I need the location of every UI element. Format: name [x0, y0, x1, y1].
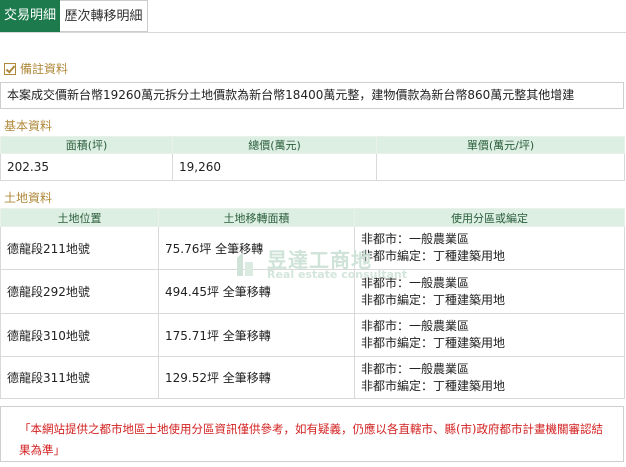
- basic-table: 面積(坪) 總價(萬元) 單價(萬元/坪) 202.35 19,260: [0, 136, 625, 181]
- land-area: 175.71坪 全筆移轉: [158, 313, 355, 357]
- basic-header-area: 面積(坪): [0, 136, 173, 154]
- table-row: 德龍段211地號 75.76坪 全筆移轉 非都市：一般農業區 非都市編定：丁種建…: [0, 226, 625, 270]
- land-header-zoning: 使用分區或編定: [354, 208, 625, 227]
- basic-header-unit-price: 單價(萬元/坪): [376, 136, 625, 154]
- basic-unit-price-value: [376, 153, 625, 181]
- land-table: 土地位置 土地移轉面積 使用分區或編定 德龍段211地號 75.76坪 全筆移轉…: [0, 208, 625, 399]
- checkbox-icon: [4, 63, 16, 75]
- land-zoning: 非都市：一般農業區 非都市編定：丁種建築用地: [354, 269, 625, 314]
- zoning-designation: 非都市編定：丁種建築用地: [361, 336, 506, 350]
- land-area: 129.52坪 全筆移轉: [158, 356, 355, 399]
- land-header-area: 土地移轉面積: [158, 208, 355, 227]
- basic-area-value: 202.35: [0, 153, 173, 181]
- table-row: 德龍段310地號 175.71坪 全筆移轉 非都市：一般農業區 非都市編定：丁種…: [0, 313, 625, 357]
- land-zoning: 非都市：一般農業區 非都市編定：丁種建築用地: [354, 356, 625, 399]
- basic-header-total-price: 總價(萬元): [172, 136, 377, 154]
- land-location: 德龍段311地號: [0, 356, 159, 399]
- zoning-designation: 非都市編定：丁種建築用地: [361, 292, 506, 307]
- zoning-category: 非都市：一般農業區: [361, 319, 470, 333]
- basic-section-title: 基本資料: [4, 119, 53, 133]
- zoning-category: 非都市：一般農業區: [361, 232, 470, 246]
- land-zoning: 非都市：一般農業區 非都市編定：丁種建築用地: [354, 313, 625, 357]
- tab-divider: [0, 32, 626, 33]
- tab-bar: 交易明細 歷次轉移明細: [0, 0, 148, 32]
- note-title-text: 備註資料: [20, 62, 69, 76]
- tab-transaction-details[interactable]: 交易明細: [0, 0, 60, 32]
- land-location: 德龍段211地號: [0, 226, 159, 270]
- zoning-category: 非都市：一般農業區: [361, 275, 470, 290]
- land-location: 德龍段310地號: [0, 313, 159, 357]
- note-text: 本案成交價新台幣19260萬元拆分土地價款為新台幣18400萬元整，建物價款為新…: [0, 82, 624, 109]
- basic-total-price-value: 19,260: [172, 153, 377, 181]
- zoning-category: 非都市：一般農業區: [361, 361, 470, 376]
- tab-transfer-history[interactable]: 歷次轉移明細: [60, 0, 148, 32]
- table-row: 德龍段311地號 129.52坪 全筆移轉 非都市：一般農業區 非都市編定：丁種…: [0, 356, 625, 399]
- land-zoning: 非都市：一般農業區 非都市編定：丁種建築用地: [354, 226, 625, 270]
- table-row: 德龍段292地號 494.45坪 全筆移轉 非都市：一般農業區 非都市編定：丁種…: [0, 269, 625, 314]
- land-area: 494.45坪 全筆移轉: [158, 269, 355, 314]
- land-area: 75.76坪 全筆移轉: [158, 226, 355, 270]
- land-section-title: 土地資料: [4, 191, 53, 205]
- zoning-designation: 非都市編定：丁種建築用地: [361, 249, 506, 263]
- disclaimer-text: 「本網站提供之都市地區土地使用分區資訊僅供參考，如有疑義，仍應以各直轄市、縣(市…: [0, 406, 624, 462]
- land-header-location: 土地位置: [0, 208, 159, 227]
- note-section-title: 備註資料: [4, 60, 68, 78]
- zoning-designation: 非都市編定：丁種建築用地: [361, 378, 506, 393]
- land-location: 德龍段292地號: [0, 269, 159, 314]
